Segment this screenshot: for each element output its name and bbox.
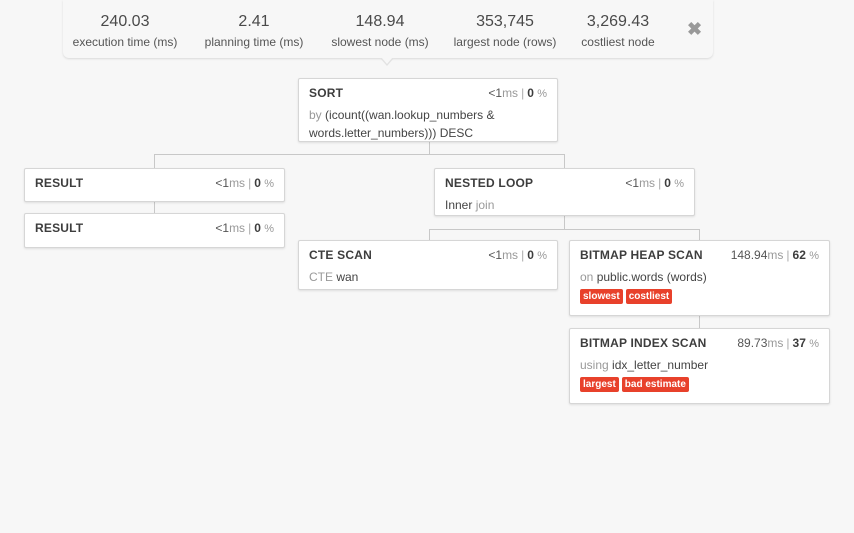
node-tags: largest bad estimate [580,377,819,392]
plan-node-sort[interactable]: SORT <1ms | 0 % by (icount((wan.lookup_num… [298,78,558,142]
connector [429,142,430,154]
node-description: by (icount((wan.lookup_numbers & words.l… [309,108,495,140]
connector [564,154,565,168]
plan-stats-bar: 240.03 execution time (ms) 2.41 planning… [63,0,713,58]
tag-largest: largest [580,377,619,392]
plan-node-result[interactable]: RESULT <1ms | 0 % [24,168,285,202]
plan-node-nested-loop[interactable]: NESTED LOOP <1ms | 0 % Inner join [434,168,695,216]
stat-planning-time: 2.41 planning time (ms) [194,12,314,50]
tag-costliest: costliest [625,289,673,304]
tag-bad-estimate: bad estimate [621,377,689,392]
plan-node-result[interactable]: RESULT <1ms | 0 % [24,213,285,248]
connector [154,154,155,168]
node-description: CTE wan [309,270,359,284]
node-title: BITMAP HEAP SCAN [580,248,703,262]
stat-largest-node: 353,745 largest node (rows) [445,12,565,50]
node-timing: <1ms | 0 % [215,176,274,190]
stat-label: planning time (ms) [204,35,304,49]
node-title: CTE SCAN [309,248,372,262]
tag-slowest: slowest [580,289,623,304]
stat-costliest-node: 3,269.43 costliest node [568,12,668,50]
stat-value: 3,269.43 [586,13,650,30]
stats-pointer-inner [381,57,393,64]
connector [699,229,700,240]
stat-value: 2.41 [238,13,270,30]
node-title: SORT [309,86,344,100]
connector [564,216,565,229]
connector [154,154,565,155]
close-icon[interactable]: ✖ [687,19,702,39]
node-timing: <1ms | 0 % [488,248,547,262]
connector [429,229,430,240]
connector [699,316,700,328]
node-description: using idx_letter_number [580,358,709,372]
plan-node-cte-scan[interactable]: CTE SCAN <1ms | 0 % CTE wan [298,240,558,290]
connector [429,229,700,230]
node-timing: 148.94ms | 62 % [730,248,819,262]
node-title: NESTED LOOP [445,176,534,190]
node-timing: 89.73ms | 37 % [737,336,819,350]
connector [154,201,155,213]
stat-execution-time: 240.03 execution time (ms) [67,12,183,50]
node-timing: <1ms | 0 % [625,176,684,190]
node-description: Inner join [445,198,495,212]
node-title: BITMAP INDEX SCAN [580,336,707,350]
stat-value: 353,745 [476,13,534,30]
stat-label: execution time (ms) [72,35,178,49]
stat-slowest-node: 148.94 slowest node (ms) [322,12,438,50]
node-timing: <1ms | 0 % [488,86,547,100]
plan-node-bitmap-heap-scan[interactable]: BITMAP HEAP SCAN 148.94ms | 62 % on public… [569,240,830,316]
stat-label: costliest node [581,35,655,49]
stat-label: largest node (rows) [453,35,557,49]
stat-value: 148.94 [355,13,405,30]
node-title: RESULT [35,176,84,190]
node-title: RESULT [35,221,84,235]
stat-label: slowest node (ms) [331,35,429,49]
node-description: on public.words (words) [580,270,707,284]
node-tags: slowest costliest [580,289,819,304]
plan-node-bitmap-index-scan[interactable]: BITMAP INDEX SCAN 89.73ms | 37 % using idx… [569,328,830,404]
stat-value: 240.03 [100,13,150,30]
node-timing: <1ms | 0 % [215,221,274,235]
